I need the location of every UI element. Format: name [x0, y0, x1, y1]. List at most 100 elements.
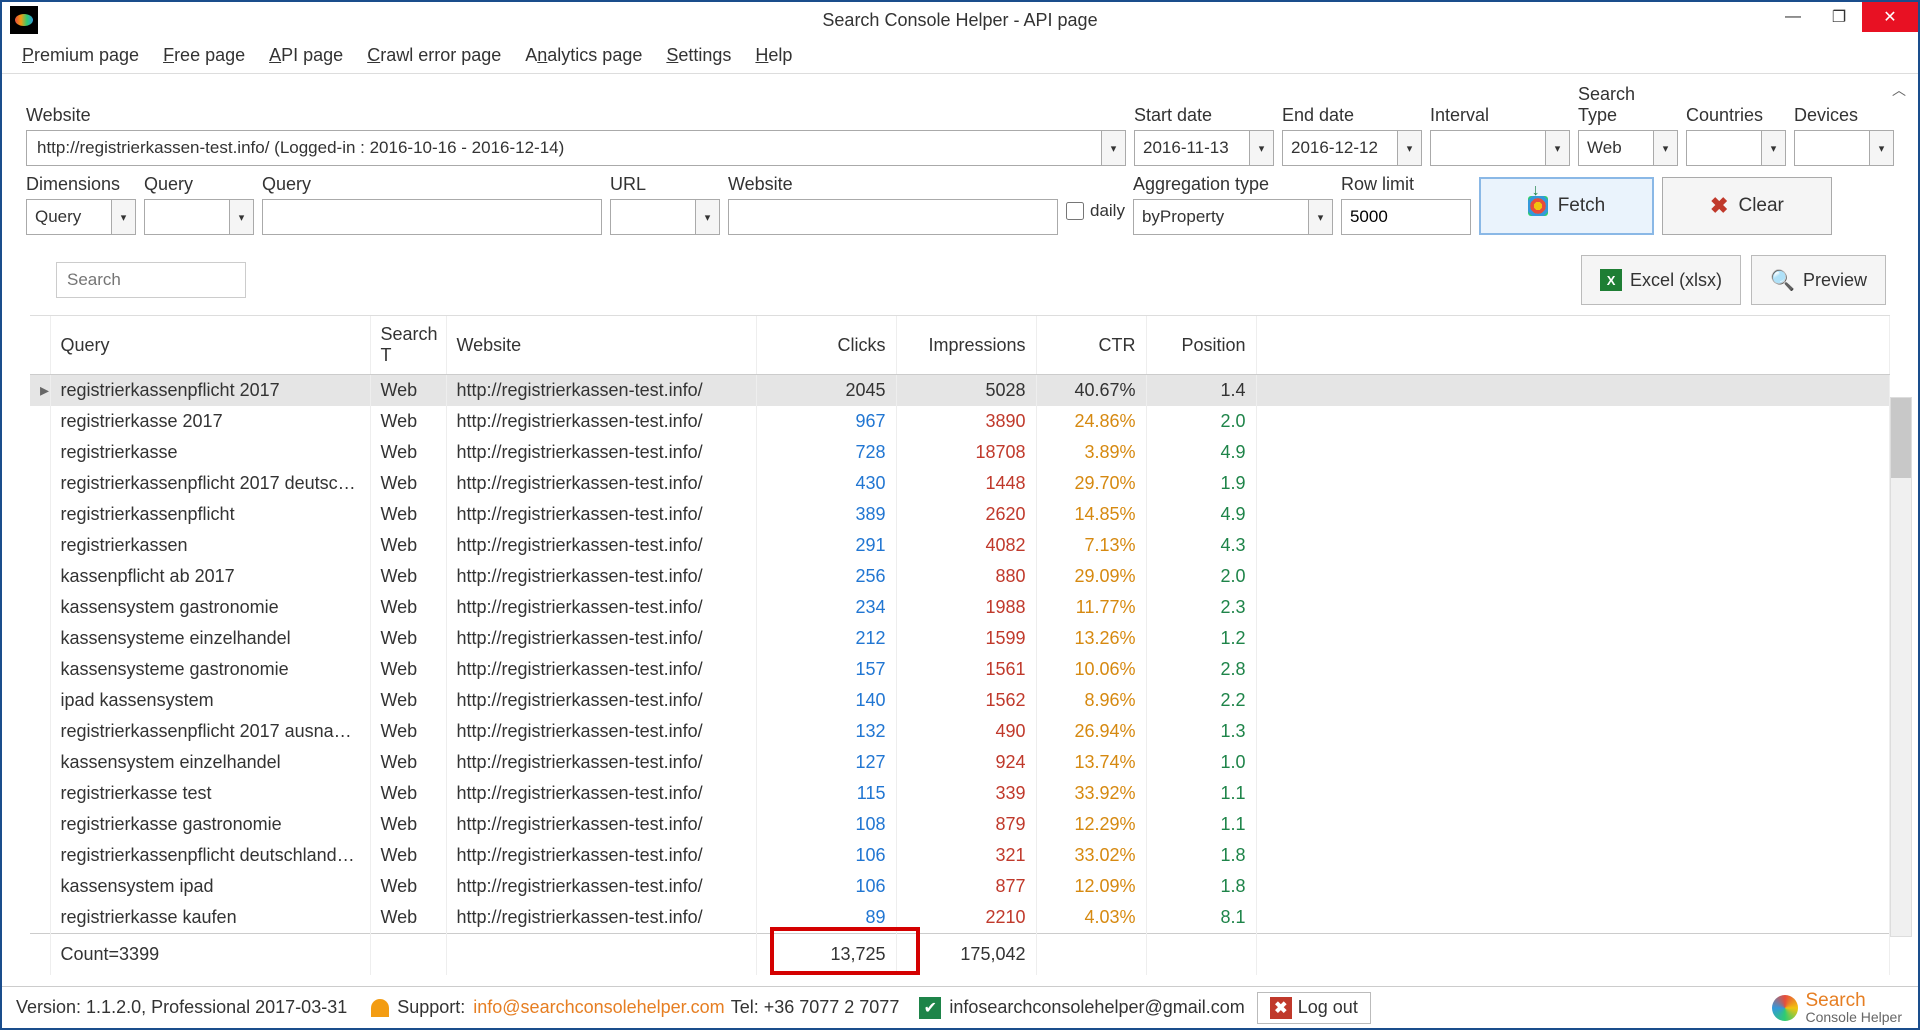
scroll-thumb[interactable]	[1891, 398, 1911, 478]
cell-impressions: 4082	[896, 530, 1036, 561]
cell-query: ipad kassensystem	[50, 685, 370, 716]
start-date-select[interactable]: 2016-11-13▾	[1134, 130, 1274, 166]
table-row[interactable]: registrierkasse Web http://registrierkas…	[30, 437, 1890, 468]
table-row[interactable]: registrierkasse kaufen Web http://regist…	[30, 902, 1890, 934]
menubar: Premium page Free page API page Crawl er…	[2, 38, 1918, 74]
table-row[interactable]: registrierkassenpflicht 2017 ausnahm... …	[30, 716, 1890, 747]
info-email: infosearchconsolehelper@gmail.com	[949, 997, 1244, 1018]
cell-query: registrierkassenpflicht deutschland 2...	[50, 840, 370, 871]
cell-website: http://registrierkassen-test.info/	[446, 871, 756, 902]
table-row[interactable]: kassensystem ipad Web http://registrierk…	[30, 871, 1890, 902]
menu-help[interactable]: Help	[747, 41, 800, 70]
website-input[interactable]	[728, 199, 1058, 235]
cell-search-type: Web	[370, 778, 446, 809]
support-email-link[interactable]: info@searchconsolehelper.com	[473, 997, 724, 1018]
cell-clicks: 234	[756, 592, 896, 623]
cell-search-type: Web	[370, 499, 446, 530]
table-row[interactable]: registrierkassenpflicht deutschland 2...…	[30, 840, 1890, 871]
menu-analytics[interactable]: Analytics page	[517, 41, 650, 70]
table-row[interactable]: kassenpflicht ab 2017 Web http://registr…	[30, 561, 1890, 592]
cell-search-type: Web	[370, 809, 446, 840]
cell-clicks: 2045	[756, 375, 896, 407]
url-select[interactable]: ▾	[610, 199, 720, 235]
url-label: URL	[610, 174, 720, 195]
table-row[interactable]: registrierkasse gastronomie Web http://r…	[30, 809, 1890, 840]
menu-premium[interactable]: Premium page	[14, 41, 147, 70]
aggregation-select[interactable]: byProperty▾	[1133, 199, 1333, 235]
titlebar: Search Console Helper - API page — ❐ ✕	[2, 2, 1918, 38]
minimize-button[interactable]: —	[1770, 2, 1816, 32]
rowlimit-input[interactable]	[1341, 199, 1471, 235]
menu-api[interactable]: API page	[261, 41, 351, 70]
col-impressions[interactable]: Impressions	[896, 316, 1036, 375]
cell-query: registrierkassenpflicht 2017	[50, 375, 370, 407]
close-button[interactable]: ✕	[1862, 2, 1918, 32]
cell-website: http://registrierkassen-test.info/	[446, 499, 756, 530]
cell-search-type: Web	[370, 561, 446, 592]
collapse-panel-icon[interactable]: ︿	[1892, 80, 1906, 100]
maximize-button[interactable]: ❐	[1816, 2, 1862, 32]
table-row[interactable]: ipad kassensystem Web http://registrierk…	[30, 685, 1890, 716]
table-row[interactable]: registrierkassenpflicht Web http://regis…	[30, 499, 1890, 530]
preview-button[interactable]: 🔍 Preview	[1751, 255, 1886, 305]
dimensions-select[interactable]: Query▾	[26, 199, 136, 235]
tel-text: Tel: +36 7077 2 7077	[731, 997, 900, 1018]
check-icon: ✔	[919, 997, 941, 1019]
cell-clicks: 157	[756, 654, 896, 685]
start-date-label: Start date	[1134, 105, 1274, 126]
table-row[interactable]: registrierkasse 2017 Web http://registri…	[30, 406, 1890, 437]
clear-button[interactable]: ✖ Clear	[1662, 177, 1832, 235]
search-type-select[interactable]: Web▾	[1578, 130, 1678, 166]
cell-ctr: 3.89%	[1036, 437, 1146, 468]
cell-impressions: 490	[896, 716, 1036, 747]
cell-website: http://registrierkassen-test.info/	[446, 623, 756, 654]
logout-label: Log out	[1298, 997, 1358, 1018]
chevron-down-icon: ▾	[1761, 131, 1785, 165]
search-input[interactable]	[56, 262, 246, 298]
col-clicks[interactable]: Clicks	[756, 316, 896, 375]
query-input[interactable]	[262, 199, 602, 235]
excel-export-button[interactable]: X Excel (xlsx)	[1581, 255, 1741, 305]
cell-position: 4.9	[1146, 437, 1256, 468]
daily-checkbox[interactable]	[1066, 202, 1084, 220]
logout-button[interactable]: ✖ Log out	[1257, 992, 1371, 1024]
cell-website: http://registrierkassen-test.info/	[446, 654, 756, 685]
col-website[interactable]: Website	[446, 316, 756, 375]
table-row[interactable]: ▸ registrierkassenpflicht 2017 Web http:…	[30, 375, 1890, 407]
menu-settings[interactable]: Settings	[658, 41, 739, 70]
table-row[interactable]: kassensysteme einzelhandel Web http://re…	[30, 623, 1890, 654]
aggregation-label: Aggregation type	[1133, 174, 1333, 195]
col-ctr[interactable]: CTR	[1036, 316, 1146, 375]
table-row[interactable]: registrierkassen Web http://registrierka…	[30, 530, 1890, 561]
website-select[interactable]: http://registrierkassen-test.info/ (Logg…	[26, 130, 1126, 166]
cell-ctr: 10.06%	[1036, 654, 1146, 685]
cell-ctr: 29.70%	[1036, 468, 1146, 499]
col-query[interactable]: Query	[50, 316, 370, 375]
col-position[interactable]: Position	[1146, 316, 1256, 375]
cell-impressions: 1561	[896, 654, 1036, 685]
support-label: Support:	[397, 997, 465, 1018]
cell-query: registrierkassen	[50, 530, 370, 561]
cell-search-type: Web	[370, 716, 446, 747]
query-select[interactable]: ▾	[144, 199, 254, 235]
menu-crawl[interactable]: Crawl error page	[359, 41, 509, 70]
table-row[interactable]: registrierkassenpflicht 2017 deutschl...…	[30, 468, 1890, 499]
cell-position: 1.3	[1146, 716, 1256, 747]
cell-clicks: 106	[756, 871, 896, 902]
vertical-scrollbar[interactable]	[1890, 397, 1912, 937]
chevron-down-icon: ▾	[1545, 131, 1569, 165]
table-row[interactable]: kassensystem einzelhandel Web http://reg…	[30, 747, 1890, 778]
table-row[interactable]: kassensystem gastronomie Web http://regi…	[30, 592, 1890, 623]
cell-position: 2.2	[1146, 685, 1256, 716]
table-row[interactable]: registrierkasse test Web http://registri…	[30, 778, 1890, 809]
countries-select[interactable]: ▾	[1686, 130, 1786, 166]
devices-select[interactable]: ▾	[1794, 130, 1894, 166]
fetch-button[interactable]: Fetch	[1479, 177, 1654, 235]
end-date-select[interactable]: 2016-12-12▾	[1282, 130, 1422, 166]
interval-select[interactable]: ▾	[1430, 130, 1570, 166]
cell-query: kassensystem einzelhandel	[50, 747, 370, 778]
table-row[interactable]: kassensysteme gastronomie Web http://reg…	[30, 654, 1890, 685]
website2-label: Website	[728, 174, 1058, 195]
col-search-type[interactable]: Search T	[370, 316, 446, 375]
menu-free[interactable]: Free page	[155, 41, 253, 70]
